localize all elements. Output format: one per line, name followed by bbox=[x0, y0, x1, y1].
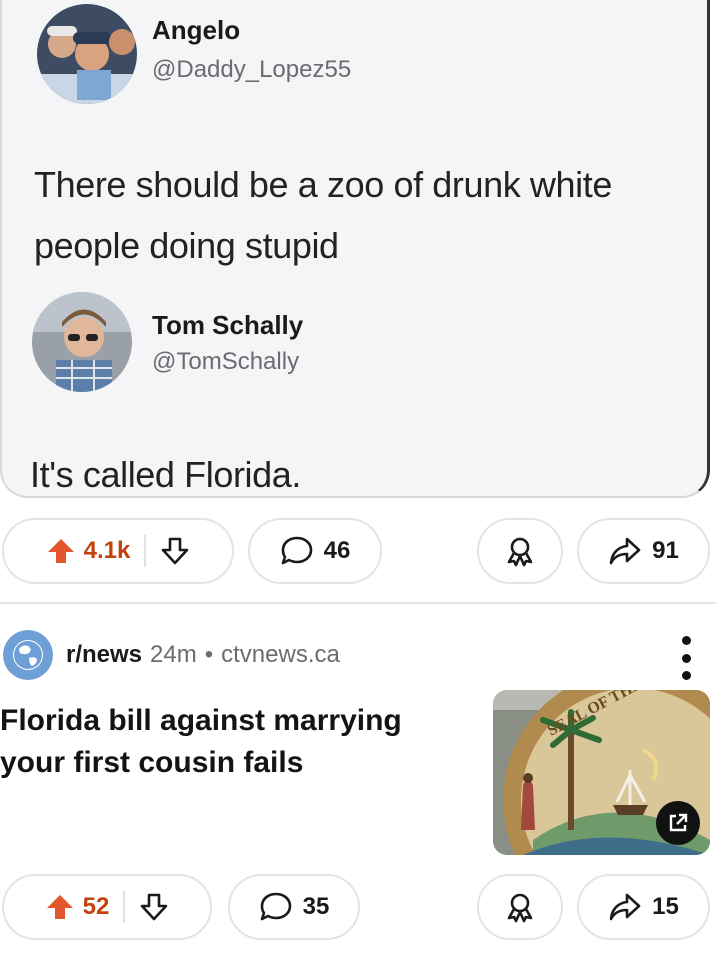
tweet-image-card[interactable]: Angelo @Daddy_Lopez55 There should be a … bbox=[0, 0, 710, 498]
comment-count: 35 bbox=[302, 893, 330, 920]
downvote-arrow-icon[interactable] bbox=[139, 892, 169, 922]
share-button[interactable]: 91 bbox=[577, 518, 710, 584]
post-domain[interactable]: ctvnews.ca bbox=[221, 641, 340, 669]
share-count: 15 bbox=[652, 893, 679, 920]
comments-button[interactable]: 46 bbox=[248, 518, 382, 584]
author-name: Angelo bbox=[152, 15, 241, 45]
post-thumbnail[interactable]: SEAL OF THE STATE OF F bbox=[493, 690, 710, 855]
share-arrow-icon bbox=[608, 536, 642, 566]
comments-button-2[interactable]: 35 bbox=[228, 874, 360, 940]
vote-bar: 4.1k bbox=[2, 518, 234, 584]
post-title-line-2: your first cousin fails bbox=[0, 746, 304, 779]
upvote-arrow-icon[interactable] bbox=[45, 892, 75, 922]
comment-bubble-icon bbox=[259, 891, 293, 923]
upvote-arrow-icon[interactable] bbox=[46, 536, 76, 566]
post-meta: r/news 24m • ctvnews.ca bbox=[66, 641, 340, 669]
upvote-count: 4.1k bbox=[83, 537, 131, 564]
tweet-text-line-2: people doing stupid bbox=[34, 225, 339, 266]
author-avatar bbox=[37, 4, 137, 104]
author-handle: @Daddy_Lopez55 bbox=[152, 56, 352, 83]
vote-separator bbox=[144, 535, 147, 567]
quoted-author-handle: @TomSchally bbox=[152, 348, 300, 375]
award-icon bbox=[504, 535, 536, 567]
external-link-icon[interactable] bbox=[656, 801, 700, 845]
more-options-icon[interactable] bbox=[676, 636, 696, 680]
award-button[interactable] bbox=[477, 518, 563, 584]
comment-bubble-icon bbox=[280, 535, 314, 567]
award-icon bbox=[504, 891, 536, 923]
share-arrow-icon bbox=[608, 892, 642, 922]
share-count: 91 bbox=[652, 537, 679, 564]
post-title[interactable]: Florida bill against marrying your first… bbox=[0, 700, 460, 784]
vote-separator bbox=[123, 891, 126, 923]
vote-bar-2: 52 bbox=[2, 874, 212, 940]
meta-separator: • bbox=[204, 641, 214, 668]
post-divider bbox=[0, 602, 716, 604]
tweet-text-line-1: There should be a zoo of drunk white bbox=[34, 164, 612, 205]
post-title-line-1: Florida bill against marrying bbox=[0, 704, 402, 737]
quoted-author-name: Tom Schally bbox=[152, 310, 304, 340]
subreddit-name[interactable]: r/news bbox=[66, 641, 142, 669]
post-age: 24m bbox=[150, 641, 197, 668]
comment-count: 46 bbox=[323, 537, 351, 564]
downvote-arrow-icon[interactable] bbox=[160, 536, 190, 566]
subreddit-icon[interactable] bbox=[3, 630, 53, 680]
quoted-tweet-text: It's called Florida. bbox=[30, 454, 301, 495]
award-button-2[interactable] bbox=[477, 874, 563, 940]
share-button-2[interactable]: 15 bbox=[577, 874, 710, 940]
upvote-count: 52 bbox=[82, 893, 110, 920]
quoted-author-avatar bbox=[32, 292, 132, 392]
